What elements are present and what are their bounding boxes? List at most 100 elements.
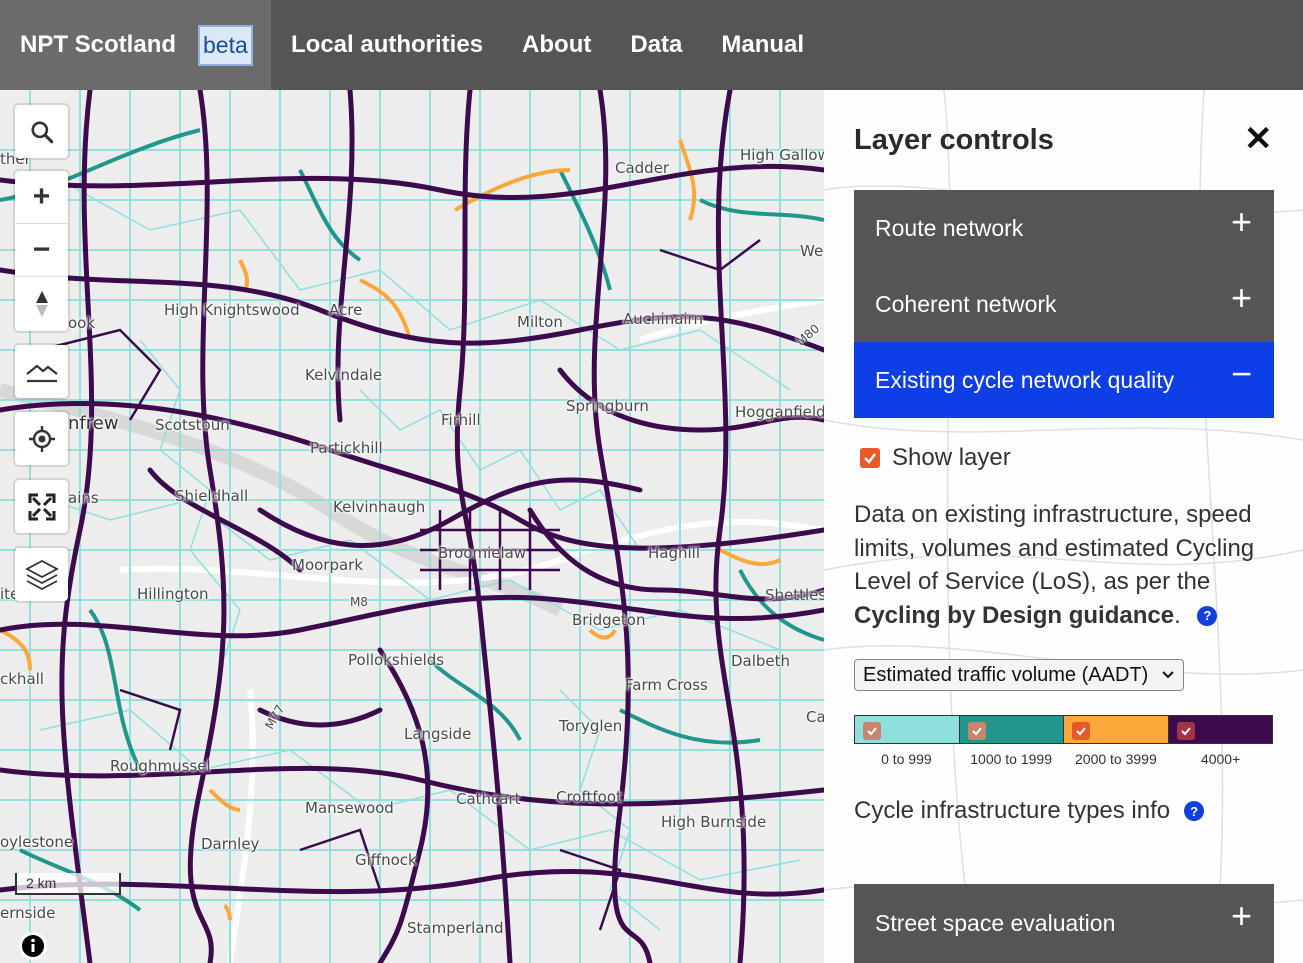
place-label: Carmyl (806, 708, 824, 726)
legend-checkbox[interactable] (1176, 722, 1195, 740)
help-icon[interactable]: ? (1197, 606, 1218, 627)
place-label: Roughmussel (110, 757, 211, 775)
legend-label: 4000+ (1200, 751, 1241, 767)
place-label: Stamperland (407, 919, 504, 937)
zoom-out-icon: − (32, 233, 51, 266)
zoom-out-button[interactable]: − (15, 224, 68, 277)
place-label: Pollokshields (348, 651, 445, 669)
map-scale-bar: 2 km (15, 873, 121, 895)
expand-icon: + (1230, 277, 1252, 318)
place-label: Hillington (137, 585, 209, 603)
place-label: Bridgeton (572, 611, 646, 629)
legend-swatch-4000-plus (1168, 716, 1272, 743)
place-label: Croftfoot (556, 788, 622, 806)
metric-select[interactable]: Estimated traffic volume (AADT) (854, 659, 1184, 691)
place-label: ook (68, 314, 96, 332)
accordion-label: Route network (875, 214, 1024, 241)
legend-label: 2000 to 3999 (1075, 751, 1157, 767)
legend-label: 1000 to 1999 (970, 751, 1052, 767)
place-label: Mansewood (305, 799, 394, 817)
geolocate-icon (28, 425, 55, 452)
infrastructure-info: Cycle infrastructure types info ? (854, 797, 1205, 825)
place-label: Milton (517, 313, 563, 331)
nav-manual[interactable]: Manual (721, 31, 804, 59)
place-label: ckhall (0, 670, 44, 688)
accordion-route-network[interactable]: Route network + (854, 190, 1274, 266)
collapse-icon: − (1230, 353, 1252, 394)
show-layer-label: Show layer (892, 444, 1011, 471)
checkmark-icon (867, 727, 877, 736)
zoom-in-button[interactable]: + (15, 171, 68, 224)
checkmark-icon (864, 453, 876, 464)
cycling-by-design-link[interactable]: Cycling by Design guidance (854, 602, 1174, 629)
legend-swatch-1000-1999 (959, 716, 1064, 743)
attribution-info-button[interactable] (19, 932, 47, 960)
place-label: Haghill (648, 544, 701, 562)
place-label: Toryglen (559, 717, 623, 735)
place-label: Moorpark (292, 556, 364, 574)
nav-local-authorities[interactable]: Local authorities (291, 31, 483, 59)
layer-description: Data on existing infrastructure, speed l… (854, 498, 1274, 632)
brand-block: NPT Scotland beta (0, 0, 271, 90)
fullscreen-icon (28, 493, 55, 520)
geolocate-button[interactable] (15, 412, 68, 465)
terrain-button[interactable] (15, 345, 68, 398)
place-label: M8 (350, 595, 368, 609)
help-icon[interactable]: ? (1184, 801, 1205, 821)
brand-title[interactable]: NPT Scotland (20, 31, 176, 59)
legend-checkbox[interactable] (1072, 722, 1090, 740)
close-icon[interactable]: ✕ (1244, 122, 1273, 156)
compass-button[interactable] (15, 277, 68, 330)
search-icon (30, 120, 53, 143)
place-label: Cathcart (456, 790, 521, 808)
accordion-label: Existing cycle network quality (875, 366, 1175, 393)
accordion-label: Street space evaluation (875, 910, 1116, 936)
place-label: Hogganfield (735, 403, 824, 421)
place-label: Acre (329, 301, 363, 319)
place-label: nfrew (68, 413, 119, 434)
place-label: Farm Cross (625, 676, 708, 694)
nav-data[interactable]: Data (630, 31, 682, 59)
layers-icon (24, 559, 59, 590)
legend-checkbox[interactable] (967, 722, 986, 740)
place-label: Scotstoun (155, 416, 230, 434)
place-label: Partickhill (310, 439, 383, 457)
place-label: Kelvinhaugh (333, 498, 426, 516)
place-label: oylestone (0, 833, 74, 851)
infrastructure-info-label: Cycle infrastructure types info (854, 797, 1171, 824)
fullscreen-button[interactable] (15, 480, 68, 533)
place-label: Cadder (615, 159, 670, 177)
search-button[interactable] (15, 105, 68, 158)
checkmark-icon (1180, 727, 1191, 736)
layers-button[interactable] (15, 548, 68, 601)
accordion-street-space-evaluation[interactable]: Street space evaluation + (854, 884, 1274, 963)
place-label: High Gallowhill (740, 146, 824, 164)
nav-about[interactable]: About (522, 31, 591, 59)
accordion-coherent-network[interactable]: Coherent network + (854, 266, 1274, 342)
panel-title: Layer controls (854, 124, 1054, 156)
chevron-down-icon (1162, 671, 1174, 679)
volume-legend (854, 715, 1273, 744)
route-network-layer (0, 90, 824, 963)
map-canvas[interactable]: Cadder High Gallowhill Wester High Knigh… (0, 90, 824, 963)
legend-swatch-0-999 (855, 716, 960, 743)
place-label: Broomielaw (438, 544, 527, 562)
checkmark-icon (971, 727, 982, 736)
expand-icon: + (1230, 895, 1252, 936)
show-layer-toggle[interactable]: Show layer (860, 444, 1011, 472)
zoom-controls: + − (15, 171, 68, 331)
place-label: Shettleston (765, 586, 824, 604)
top-navbar: NPT Scotland beta Local authorities Abou… (0, 0, 1303, 90)
legend-swatch-2000-3999 (1064, 716, 1169, 743)
description-text: Data on existing infrastructure, speed l… (854, 501, 1255, 595)
show-layer-checkbox[interactable] (860, 448, 880, 468)
expand-icon: + (1230, 201, 1252, 242)
legend-labels: 0 to 999 1000 to 1999 2000 to 3999 4000+ (854, 751, 1273, 767)
accordion-label: Coherent network (875, 290, 1057, 317)
accordion-existing-cycle-network-quality[interactable]: Existing cycle network quality − (854, 342, 1274, 418)
place-label: ernside (0, 904, 56, 922)
beta-badge: beta (198, 24, 253, 66)
legend-checkbox[interactable] (863, 722, 881, 740)
place-label: Darnley (201, 835, 260, 853)
place-label: Dalbeth (731, 652, 791, 670)
